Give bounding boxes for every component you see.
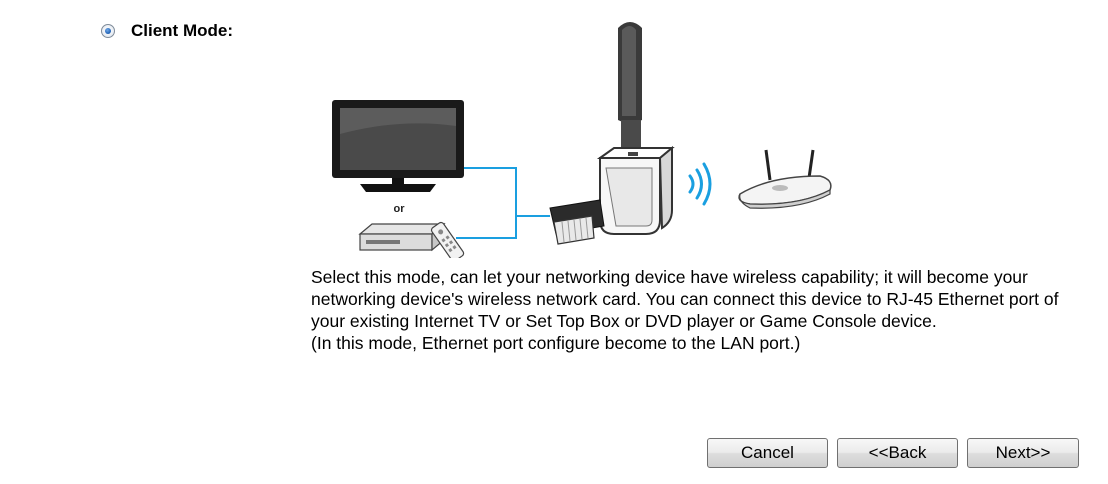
tv-icon xyxy=(332,100,464,192)
back-button[interactable]: <<Back xyxy=(837,438,958,468)
client-mode-option[interactable]: Client Mode: xyxy=(101,21,233,41)
description-text: Select this mode, can let your networkin… xyxy=(311,267,1059,331)
set-top-box-icon xyxy=(358,222,446,252)
router-icon xyxy=(738,149,832,209)
next-button[interactable]: Next>> xyxy=(967,438,1079,468)
description-note: (In this mode, Ethernet port configure b… xyxy=(311,333,801,353)
client-mode-radio[interactable] xyxy=(101,24,115,38)
cancel-button[interactable]: Cancel xyxy=(707,438,828,468)
mode-description: Select this mode, can let your networkin… xyxy=(311,266,1071,354)
wireless-adapter-icon xyxy=(549,22,675,245)
ethernet-cables xyxy=(456,167,550,239)
client-mode-label: Client Mode: xyxy=(131,21,233,40)
client-mode-illustration: or xyxy=(332,22,832,258)
wifi-waves-icon xyxy=(688,162,712,206)
or-label: or xyxy=(394,203,406,215)
